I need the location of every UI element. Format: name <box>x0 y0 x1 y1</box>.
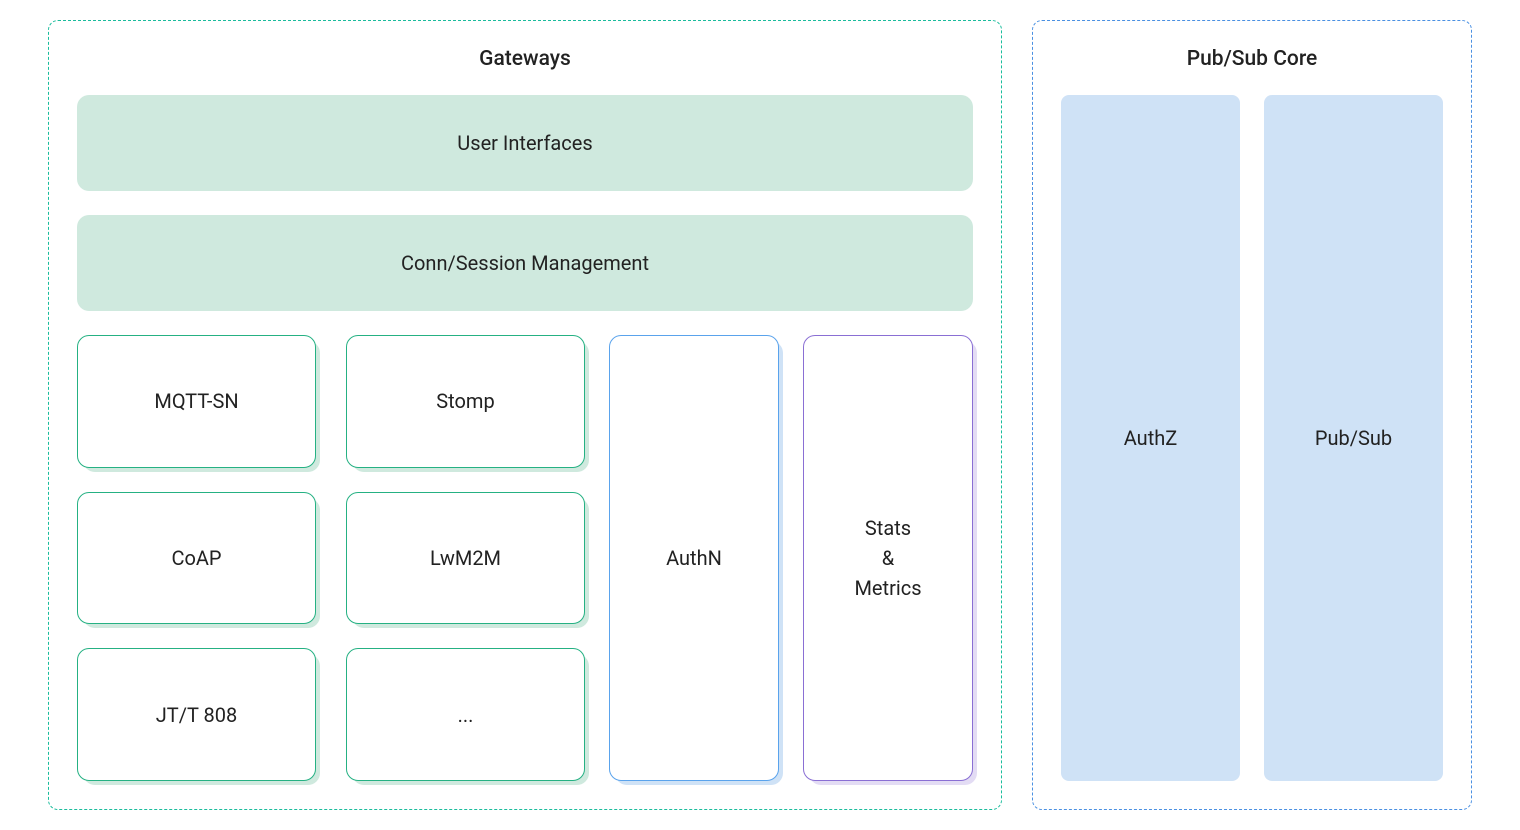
protocol-coap-inner: CoAP <box>77 492 316 625</box>
pubsub-label: Pub/Sub <box>1315 426 1392 450</box>
pubsub-box: Pub/Sub <box>1264 95 1443 781</box>
gateways-panel: Gateways User Interfaces Conn/Session Ma… <box>48 20 1002 810</box>
pubsub-core-panel: Pub/Sub Core AuthZ Pub/Sub <box>1032 20 1472 810</box>
protocol-label: JT/T 808 <box>156 703 237 727</box>
authz-label: AuthZ <box>1124 426 1178 450</box>
protocol-lwm2m: LwM2M <box>346 492 585 625</box>
stats-metrics-box: Stats & Metrics <box>803 335 973 781</box>
authn-label: AuthN <box>666 546 722 570</box>
user-interfaces-label: User Interfaces <box>457 131 592 155</box>
protocol-label: LwM2M <box>430 546 501 570</box>
conn-session-label: Conn/Session Management <box>401 251 649 275</box>
authz-box: AuthZ <box>1061 95 1240 781</box>
protocol-stomp-inner: Stomp <box>346 335 585 468</box>
authn-box: AuthN <box>609 335 779 781</box>
diagram-container: Gateways User Interfaces Conn/Session Ma… <box>48 20 1472 810</box>
protocol-more-inner: ... <box>346 648 585 781</box>
pubsub-columns: AuthZ Pub/Sub <box>1061 95 1443 781</box>
protocol-label: CoAP <box>171 546 221 570</box>
protocol-jtt808-inner: JT/T 808 <box>77 648 316 781</box>
protocol-jtt808: JT/T 808 <box>77 648 316 781</box>
gateways-title: Gateways <box>77 47 973 71</box>
protocol-label: MQTT-SN <box>154 389 238 413</box>
stats-metrics-label: Stats & Metrics <box>854 513 921 603</box>
gateways-bottom-row: MQTT-SN Stomp CoAP <box>77 335 973 781</box>
stats-metrics-inner: Stats & Metrics <box>803 335 973 781</box>
protocol-lwm2m-inner: LwM2M <box>346 492 585 625</box>
protocol-mqtt-sn-inner: MQTT-SN <box>77 335 316 468</box>
protocol-stomp: Stomp <box>346 335 585 468</box>
authn-inner: AuthN <box>609 335 779 781</box>
protocol-label: Stomp <box>436 389 494 413</box>
protocol-coap: CoAP <box>77 492 316 625</box>
protocol-grid: MQTT-SN Stomp CoAP <box>77 335 585 781</box>
protocol-more: ... <box>346 648 585 781</box>
pubsub-core-title: Pub/Sub Core <box>1061 47 1443 71</box>
conn-session-box: Conn/Session Management <box>77 215 973 311</box>
protocol-mqtt-sn: MQTT-SN <box>77 335 316 468</box>
protocol-label: ... <box>458 703 474 727</box>
user-interfaces-box: User Interfaces <box>77 95 973 191</box>
